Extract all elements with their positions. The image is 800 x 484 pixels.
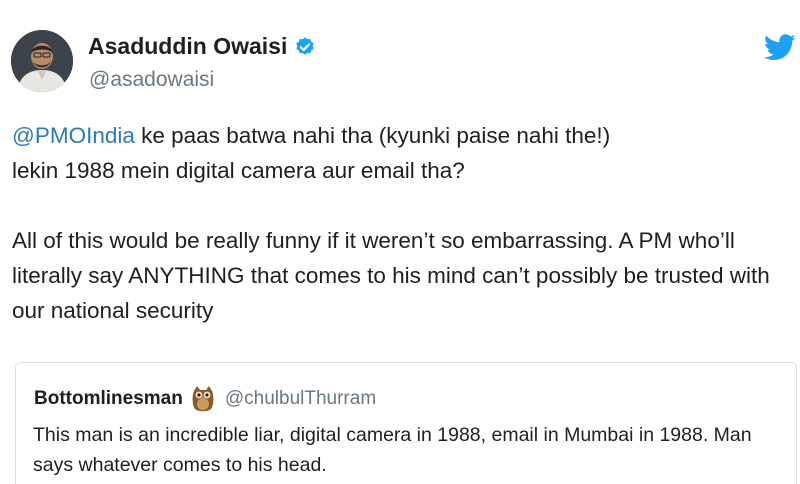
tweet-line-1-text: ke paas batwa nahi tha (kyunki paise nah… <box>134 123 611 148</box>
embedded-tweet: Asaduddin Owaisi @asadowaisi @PMOIndia k… <box>0 0 800 484</box>
author-display-name[interactable]: Asaduddin Owaisi <box>88 33 287 60</box>
quoted-tweet-text: This man is an incredible liar, digital … <box>33 424 752 476</box>
quoted-tweet-card[interactable]: Bottomlinesman @chulbulThurram This man … <box>15 362 797 484</box>
quoted-author-handle[interactable]: @chulbulThurram <box>225 388 376 410</box>
verified-badge-icon <box>294 36 316 58</box>
tweet-line-1: @PMOIndia ke paas batwa nahi tha (kyunki… <box>12 118 792 153</box>
quoted-tweet-header: Bottomlinesman @chulbulThurram <box>34 385 376 413</box>
quoted-author-name[interactable]: Bottomlinesman <box>34 388 183 410</box>
avatar[interactable] <box>11 30 73 92</box>
tweet-text: @PMOIndia ke paas batwa nahi tha (kyunki… <box>12 118 792 328</box>
owl-icon <box>191 385 215 413</box>
mention-link[interactable]: @PMOIndia <box>12 123 135 148</box>
tweet-paragraph-2: All of this would be really funny if it … <box>12 228 770 323</box>
tweet-line-2: lekin 1988 mein digital camera aur email… <box>12 158 465 183</box>
author-handle[interactable]: @asadowaisi <box>89 68 214 92</box>
author-name-row[interactable]: Asaduddin Owaisi <box>88 33 316 60</box>
twitter-bird-icon[interactable] <box>764 34 796 61</box>
